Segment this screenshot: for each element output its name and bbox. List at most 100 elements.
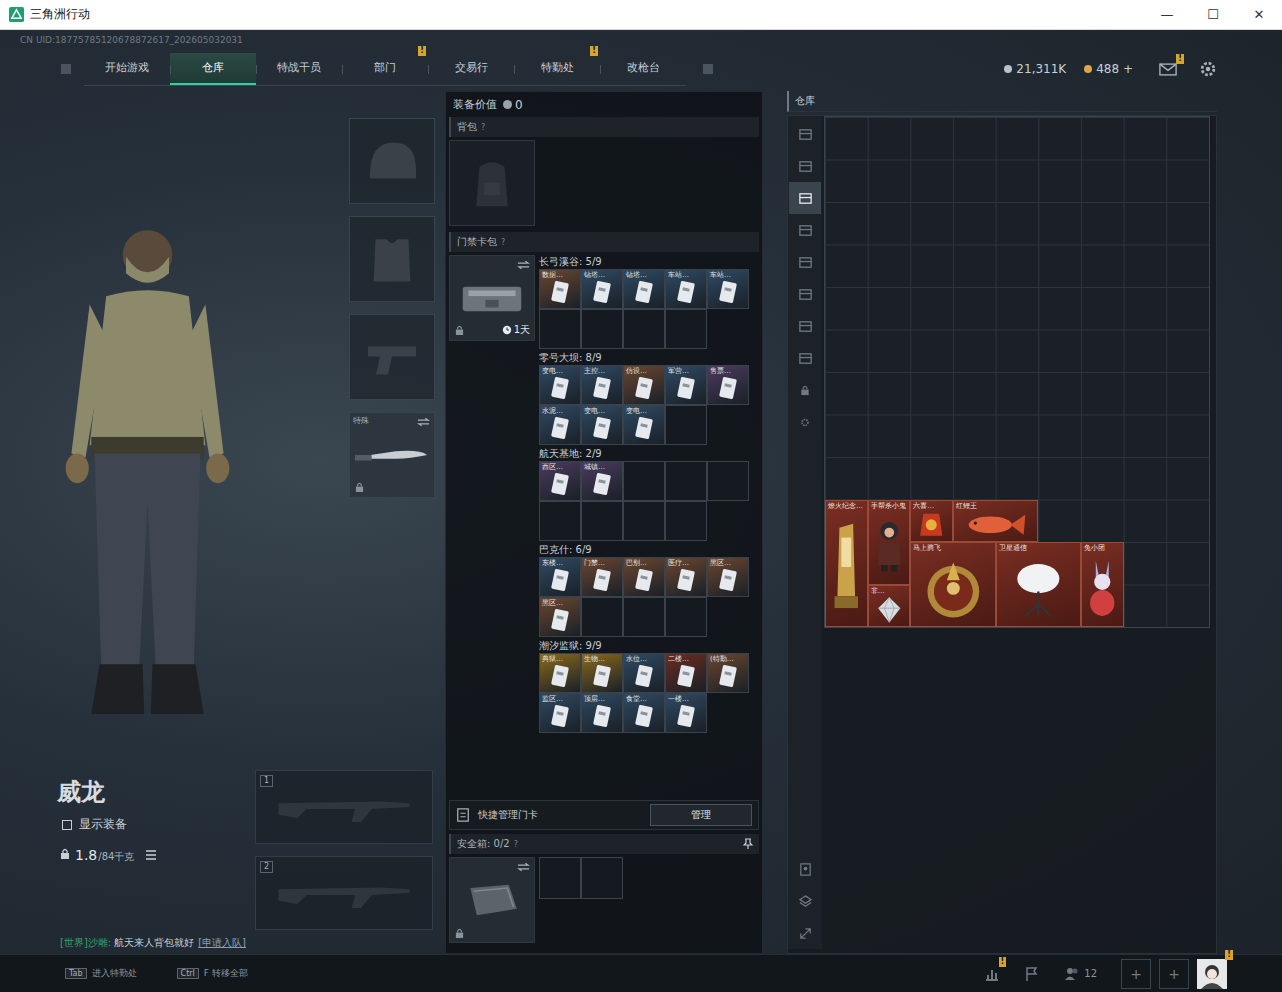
keycard[interactable]: 水位… <box>623 653 665 693</box>
stack-button[interactable] <box>789 885 821 917</box>
warehouse-item[interactable]: 兔小团 <box>1081 542 1124 627</box>
friends-button[interactable]: 12 <box>1064 966 1097 982</box>
helmet-slot[interactable] <box>349 118 435 204</box>
weapon-slot[interactable]: 2 <box>255 856 433 930</box>
nav-tab[interactable]: 特勤处! <box>514 53 600 85</box>
pin-icon[interactable] <box>743 838 753 850</box>
warehouse-tab[interactable] <box>789 278 821 310</box>
keycard[interactable]: 水泥… <box>539 405 581 445</box>
empty-keycard-slot[interactable] <box>623 309 665 349</box>
settings-gear-icon[interactable] <box>1199 60 1217 78</box>
weapon-slot[interactable]: 1 <box>255 770 433 844</box>
key-hint[interactable]: CtrlF 转移全部 <box>177 967 248 980</box>
swap-icon[interactable] <box>417 417 430 427</box>
empty-keycard-slot[interactable] <box>581 501 623 541</box>
window-control[interactable]: — <box>1144 7 1190 22</box>
empty-keycard-slot[interactable] <box>665 461 707 501</box>
warehouse-tab[interactable] <box>789 246 821 278</box>
warehouse-item[interactable]: 马上腾飞 <box>910 542 995 627</box>
keycard[interactable]: 门禁… <box>581 557 623 597</box>
sort-button[interactable] <box>789 853 821 885</box>
warehouse-grid[interactable]: 燎火纪念…手帮杀小鬼六喜…红鲤王非…马上腾飞卫星通信兔小团 <box>824 116 1210 628</box>
keycard[interactable]: 生物… <box>581 653 623 693</box>
keycard[interactable]: 西区… <box>539 461 581 501</box>
keycard[interactable]: 军营… <box>665 365 707 405</box>
keycard[interactable]: 一楼… <box>665 693 707 733</box>
keycard[interactable]: 医疗… <box>665 557 707 597</box>
empty-keycard-slot[interactable] <box>707 461 749 501</box>
keycard[interactable]: 监区… <box>539 693 581 733</box>
keycard[interactable]: 主控… <box>581 365 623 405</box>
warehouse-tab[interactable] <box>789 182 821 214</box>
window-control[interactable]: ☐ <box>1190 7 1236 22</box>
empty-keycard-slot[interactable] <box>623 501 665 541</box>
keycard[interactable]: 东楼… <box>539 557 581 597</box>
keycard[interactable]: 黑区… <box>707 557 749 597</box>
empty-keycard-slot[interactable] <box>665 501 707 541</box>
swap-icon[interactable] <box>517 862 530 872</box>
warehouse-tab[interactable] <box>789 150 821 182</box>
player-avatar[interactable]: ! <box>1197 959 1227 989</box>
keycard[interactable]: 售票… <box>707 365 749 405</box>
empty-keycard-slot[interactable] <box>623 597 665 637</box>
manage-button[interactable]: 管理 <box>650 804 752 826</box>
mail-button[interactable]: ! <box>1159 63 1177 76</box>
empty-keycard-slot[interactable] <box>665 405 707 445</box>
nav-tab[interactable]: 仓库 <box>170 53 256 85</box>
keycard[interactable]: 巴别… <box>623 557 665 597</box>
keycard[interactable]: 变电… <box>623 405 665 445</box>
empty-keycard-slot[interactable] <box>539 501 581 541</box>
show-gear-checkbox[interactable]: 显示装备 <box>57 816 255 833</box>
warehouse-tab[interactable] <box>789 118 821 150</box>
safebox-storage[interactable] <box>539 857 623 899</box>
keycard[interactable]: (特勤… <box>707 653 749 693</box>
keycard[interactable]: 仿设… <box>623 365 665 405</box>
warehouse-tab[interactable] <box>789 342 821 374</box>
keycard[interactable]: 变电… <box>539 365 581 405</box>
keycard[interactable]: 顶层… <box>581 693 623 733</box>
empty-keycard-slot[interactable] <box>623 461 665 501</box>
keycard[interactable]: 城镇… <box>581 461 623 501</box>
warehouse-item[interactable]: 非… <box>868 585 911 628</box>
nav-tab[interactable]: 特战干员 <box>256 53 342 85</box>
armor-slot[interactable] <box>349 216 435 302</box>
pistol-slot[interactable] <box>349 314 435 400</box>
keycard[interactable]: 变电… <box>581 405 623 445</box>
empty-keycard-slot[interactable] <box>665 597 707 637</box>
empty-keycard-slot[interactable] <box>581 309 623 349</box>
nav-tab[interactable]: 交易行 <box>428 53 514 85</box>
keycard[interactable]: 车站… <box>707 269 749 309</box>
melee-slot[interactable]: 特殊 <box>349 412 435 498</box>
keycard[interactable]: 黑区… <box>539 597 581 637</box>
currency-amount[interactable]: 21,311K <box>1004 62 1066 76</box>
warehouse-item[interactable]: 六喜… <box>910 500 953 543</box>
backpack-slot[interactable] <box>449 140 535 226</box>
list-icon[interactable] <box>145 850 157 860</box>
transfer-button[interactable] <box>789 917 821 949</box>
lock-tab[interactable] <box>789 374 821 406</box>
stats-button[interactable]: ! <box>984 966 1000 982</box>
keycard[interactable]: 典狱… <box>539 653 581 693</box>
keycard[interactable]: 钻塔… <box>581 269 623 309</box>
keycard[interactable]: 钻塔… <box>623 269 665 309</box>
warehouse-tab[interactable] <box>789 214 821 246</box>
warehouse-item[interactable]: 燎火纪念… <box>825 500 868 628</box>
warehouse-item[interactable]: 红鲤王 <box>953 500 1038 543</box>
warehouse-item[interactable]: 手帮杀小鬼 <box>868 500 911 585</box>
q-key-icon[interactable] <box>60 63 72 75</box>
nav-tab[interactable]: 部门! <box>342 53 428 85</box>
empty-keycard-slot[interactable] <box>665 309 707 349</box>
keycard-case-slot[interactable]: 1天 <box>449 255 535 341</box>
keycard[interactable]: 二楼… <box>665 653 707 693</box>
warehouse-settings[interactable] <box>789 406 821 438</box>
checkbox-box[interactable] <box>62 820 72 830</box>
flag-button[interactable] <box>1024 966 1040 982</box>
swap-icon[interactable] <box>517 260 530 270</box>
safebox-slot[interactable] <box>449 857 535 943</box>
key-hint[interactable]: Tab进入特勤处 <box>65 967 137 980</box>
keycard[interactable]: 食堂… <box>623 693 665 733</box>
e-key-icon[interactable] <box>702 63 714 75</box>
invite-slot[interactable]: + <box>1159 959 1189 989</box>
empty-keycard-slot[interactable] <box>539 309 581 349</box>
warehouse-tab[interactable] <box>789 310 821 342</box>
